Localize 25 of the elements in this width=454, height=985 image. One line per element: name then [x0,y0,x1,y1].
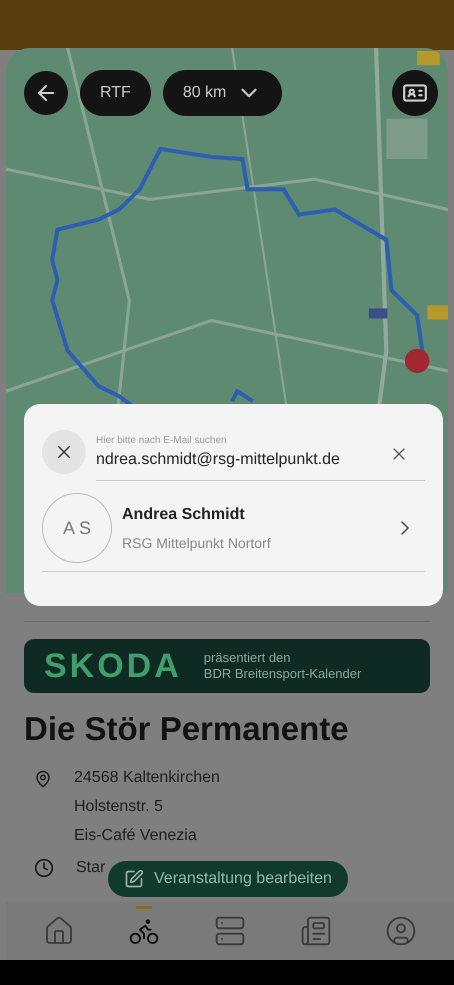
selected-indicator [136,906,152,909]
edit-icon [124,869,144,889]
address-line: Eis-Café Venezia [74,826,198,846]
avatar-initials: A S [42,493,112,563]
banner-text: präsentiert den [204,650,292,666]
list-icon [214,915,246,947]
close-button[interactable] [42,430,86,474]
email-search-field[interactable]: ndrea.schmidt@rsg-mittelpunkt.de [96,449,386,471]
search-result[interactable]: A S Andrea Schmidt RSG Mittelpunkt Nortorf [42,493,425,572]
field-label: Hier bitte nach E-Mail suchen [96,434,228,448]
profile-icon [385,915,418,947]
result-name: Andrea Schmidt [122,504,246,524]
address-line: Holstenstr. 5 [74,797,164,817]
address-line: 24568 Kaltenkirchen [74,768,220,788]
sponsor-logo: SKODA [44,649,182,683]
news-icon [300,915,332,947]
clock-icon [34,858,54,878]
location-pin-icon [34,769,52,789]
edit-event-button[interactable]: Veranstaltung bearbeiten [108,861,348,897]
sponsor-banner[interactable]: SKODA präsentiert den BDR Breitensport-Kalender [24,639,430,693]
banner-text: BDR Breitensport-Kalender [204,666,362,682]
result-club: RSG Mittelpunkt Nortorf [122,534,272,553]
distance-dropdown[interactable]: 80 km [162,70,282,116]
event-title: Die Stör Permanente [24,709,350,749]
start-time-label: Star [76,858,106,878]
